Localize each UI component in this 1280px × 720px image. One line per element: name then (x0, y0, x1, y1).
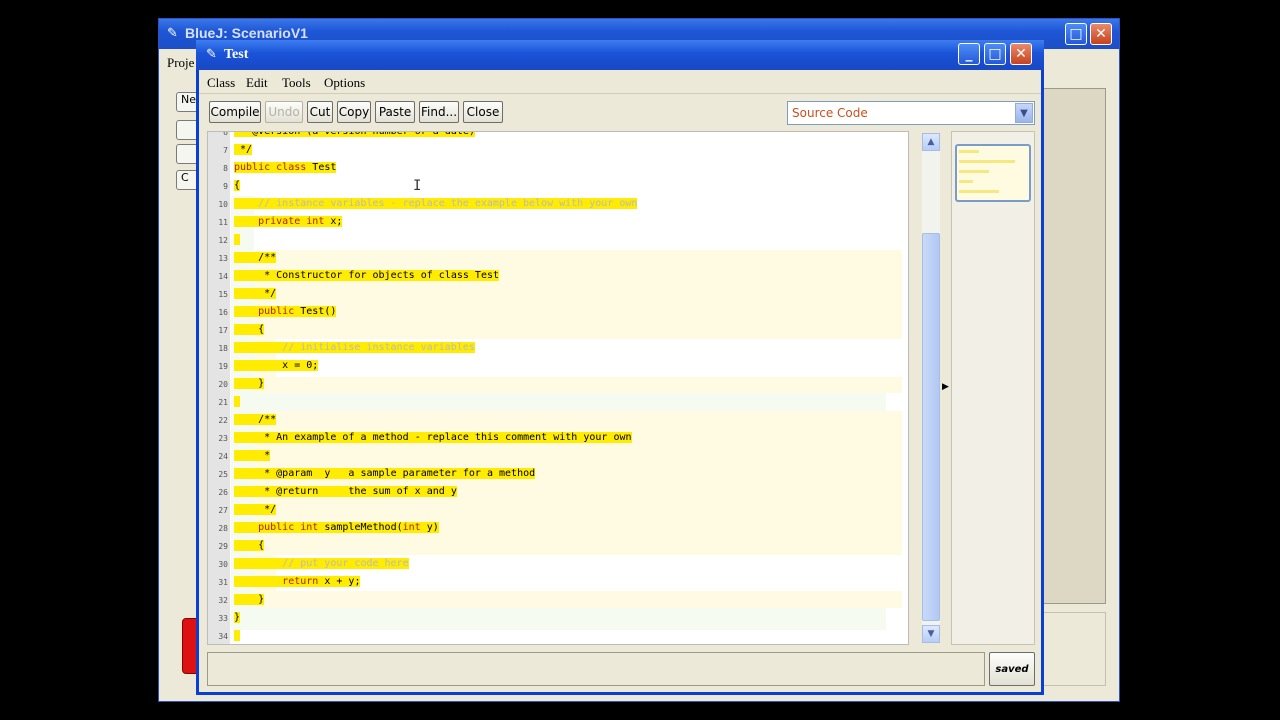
line-number: 17 (218, 326, 228, 335)
find-button[interactable]: Find... (419, 101, 459, 123)
line-number: 31 (218, 578, 228, 587)
line-number: 27 (218, 506, 228, 515)
code-line[interactable]: * (234, 448, 271, 464)
code-line[interactable]: // put your code here (234, 556, 409, 572)
line-number: 30 (218, 560, 228, 569)
line-number: 7 (223, 146, 228, 155)
code-line[interactable]: /** (234, 412, 277, 428)
code-line[interactable]: */ (234, 142, 253, 158)
code-line[interactable] (234, 232, 241, 248)
code-line[interactable]: public int sampleMethod(int y) (234, 520, 439, 536)
code-line[interactable]: * An example of a method - replace this … (234, 430, 632, 446)
code-line[interactable] (234, 628, 241, 644)
code-line[interactable]: * @return the sum of x and y (234, 484, 457, 500)
main-menu-project[interactable]: Proje (167, 55, 194, 71)
undo-button[interactable]: Undo (265, 101, 303, 123)
menu-tools[interactable]: Tools (282, 75, 311, 91)
line-number: 25 (218, 470, 228, 479)
paste-button[interactable]: Paste (375, 101, 415, 123)
line-number: 18 (218, 344, 228, 353)
code-line[interactable]: */ (234, 502, 277, 518)
line-number: 16 (218, 308, 228, 317)
line-number: 24 (218, 452, 228, 461)
splitter-arrow-icon[interactable]: ▶ (942, 382, 949, 392)
line-number: 11 (218, 218, 228, 227)
scrollbar-thumb[interactable] (922, 233, 940, 621)
compile-button[interactable]: Compile (209, 101, 261, 123)
main-window-title: BlueJ: ScenarioV1 (185, 25, 308, 41)
code-line[interactable]: } (234, 592, 265, 608)
bluej-app-icon: ✎ (206, 47, 217, 62)
code-line[interactable]: x = 0; (234, 358, 319, 374)
line-number: 32 (218, 596, 228, 605)
line-number: 28 (218, 524, 228, 533)
menu-edit[interactable]: Edit (246, 75, 268, 91)
code-line[interactable]: public Test() (234, 304, 337, 320)
line-number: 15 (218, 290, 228, 299)
code-line[interactable]: { (234, 178, 241, 194)
chevron-down-icon[interactable]: ▼ (1015, 103, 1033, 123)
line-number: 29 (218, 542, 228, 551)
line-number: 22 (218, 416, 228, 425)
close-button[interactable]: Close (463, 101, 503, 123)
scroll-up-icon[interactable]: ▲ (922, 133, 940, 151)
line-number: 20 (218, 380, 228, 389)
view-select[interactable]: Source Code ▼ (787, 101, 1035, 125)
line-number: 19 (218, 362, 228, 371)
code-line[interactable]: * @version (a version number or a date) (234, 132, 475, 140)
code-line[interactable]: // initialise instance variables (234, 340, 475, 356)
code-line[interactable] (234, 394, 241, 410)
line-number: 26 (218, 488, 228, 497)
line-number: 6 (223, 131, 228, 137)
close-window-button[interactable]: ✕ (1010, 43, 1032, 65)
line-number: 33 (218, 614, 228, 623)
editor-title: Test (224, 47, 249, 62)
bluej-app-icon: ✎ (167, 26, 178, 41)
code-line[interactable]: } (234, 376, 265, 392)
view-select-value: Source Code (792, 106, 868, 120)
saved-indicator: saved (989, 652, 1035, 686)
source-editor[interactable]: 6 * @version (a version number or a date… (207, 131, 909, 645)
vertical-scrollbar[interactable]: ▲ ▼ (922, 133, 940, 643)
line-number: 34 (218, 632, 228, 641)
line-number: 8 (223, 164, 228, 173)
line-number: 23 (218, 434, 228, 443)
maximize-button[interactable]: □ (984, 43, 1006, 65)
main-object-bench (1040, 612, 1106, 686)
status-bar (207, 652, 985, 686)
code-line[interactable]: // instance variables - replace the exam… (234, 196, 638, 212)
code-line[interactable]: { (234, 322, 265, 338)
text-cursor-icon: I (413, 178, 422, 194)
menu-class[interactable]: Class (207, 75, 235, 91)
code-line[interactable]: * @param y a sample parameter for a meth… (234, 466, 536, 482)
code-line[interactable]: private int x; (234, 214, 343, 230)
menu-bar: Class Edit Tools Options (199, 70, 1041, 94)
code-line[interactable]: */ (234, 286, 277, 302)
code-line[interactable]: return x + y; (234, 574, 361, 590)
line-number: 14 (218, 272, 228, 281)
editor-window: ✎ Test _ □ ✕ Class Edit Tools Options Co… (196, 40, 1044, 695)
navigation-view[interactable] (951, 131, 1035, 645)
cut-button[interactable]: Cut (307, 101, 333, 123)
line-number: 10 (218, 200, 228, 209)
main-class-diagram-panel (1040, 88, 1106, 604)
line-number: 12 (218, 236, 228, 245)
minimize-button[interactable]: _ (958, 43, 980, 65)
copy-button[interactable]: Copy (337, 101, 371, 123)
main-close-button[interactable]: ✕ (1090, 23, 1112, 45)
code-line[interactable]: * Constructor for objects of class Test (234, 268, 500, 284)
code-line[interactable]: /** (234, 250, 277, 266)
code-line[interactable]: } (234, 610, 241, 626)
main-maximize-button[interactable]: □ (1065, 23, 1087, 45)
line-number: 13 (218, 254, 228, 263)
menu-options[interactable]: Options (324, 75, 365, 91)
code-line[interactable]: { (234, 538, 265, 554)
line-number: 21 (218, 398, 228, 407)
code-line[interactable]: public class Test (234, 160, 337, 176)
scroll-down-icon[interactable]: ▼ (922, 625, 940, 643)
navigation-viewport[interactable] (955, 144, 1031, 202)
line-number: 9 (223, 182, 228, 191)
editor-title-bar[interactable]: ✎ Test _ □ ✕ (196, 40, 1044, 70)
